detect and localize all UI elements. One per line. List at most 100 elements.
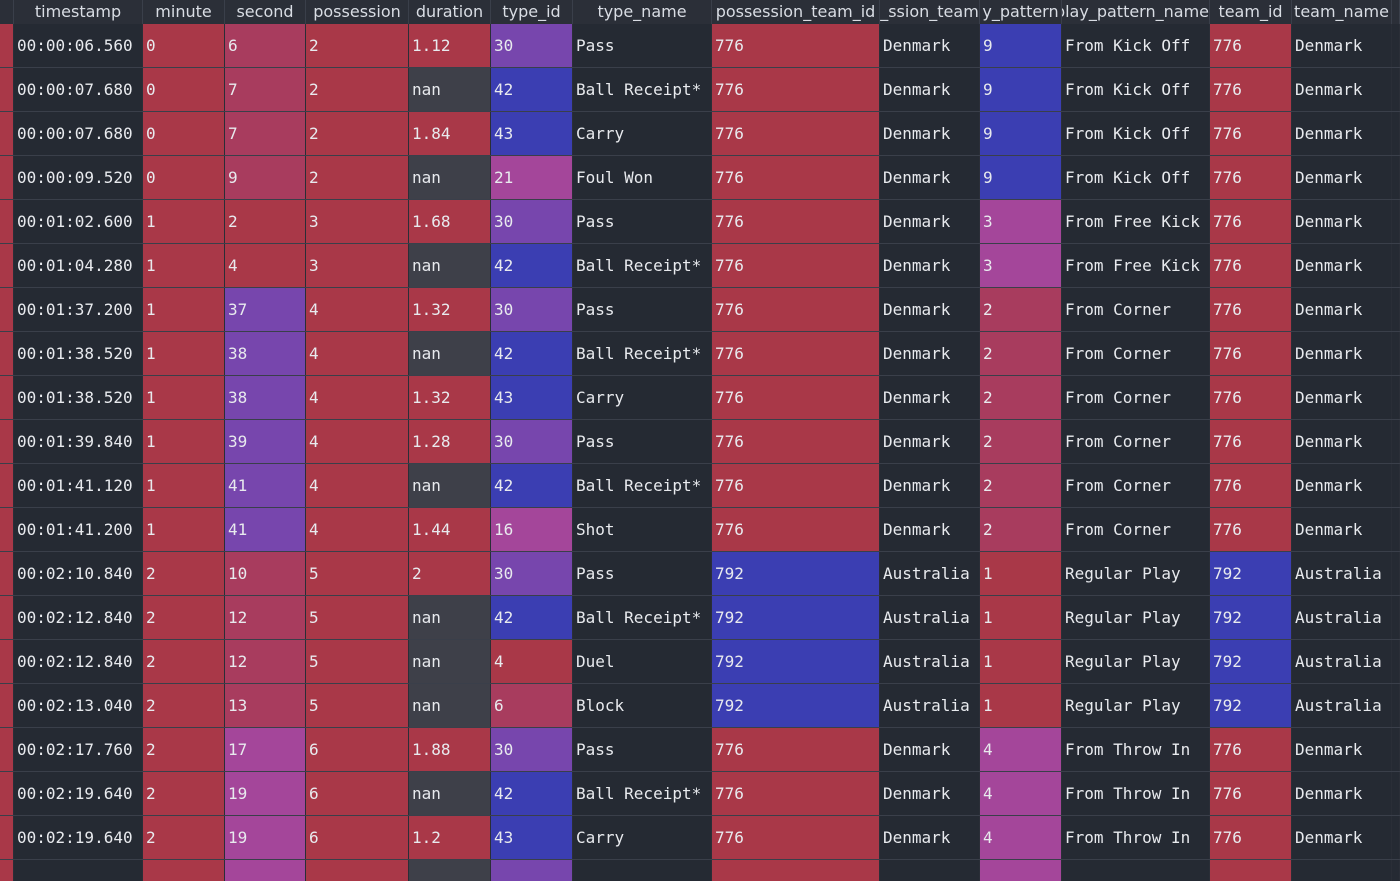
cell-second[interactable]: 38 xyxy=(225,376,306,419)
cell-second[interactable]: 38 xyxy=(225,332,306,375)
cell-type-name[interactable]: Ball Receipt* xyxy=(573,68,712,111)
cell-possession-team-name[interactable]: Denmark xyxy=(880,332,980,375)
cell-possession-team-name[interactable]: Australia xyxy=(880,684,980,727)
cell-duration[interactable]: 1.32 xyxy=(409,288,491,331)
cell-team-id[interactable]: 776 xyxy=(1210,508,1292,551)
cell-team-name[interactable]: Denmark xyxy=(1292,112,1392,155)
cell-team-id[interactable]: 792 xyxy=(1210,640,1292,683)
cell-possession-team-id[interactable]: 776 xyxy=(712,420,880,463)
cell-overflow[interactable] xyxy=(1392,112,1400,155)
cell-play-pattern-id[interactable]: 9 xyxy=(980,68,1062,111)
cell-team-name[interactable]: Denmark xyxy=(1292,244,1392,287)
cell-team-name[interactable]: Denmark xyxy=(1292,376,1392,419)
cell-overflow[interactable] xyxy=(1392,376,1400,419)
cell-minute[interactable]: 2 xyxy=(143,728,225,771)
cell-play-pattern-name[interactable]: From Corner xyxy=(1062,508,1210,551)
column-header-type-id[interactable]: type_id xyxy=(491,0,573,24)
column-header-team-id[interactable]: team_id xyxy=(1210,0,1292,24)
cell-type-id[interactable]: 42 xyxy=(491,68,573,111)
cell-timestamp[interactable]: 00:01:39.840 xyxy=(14,420,143,463)
cell-play-pattern-name[interactable] xyxy=(1062,860,1210,881)
cell-possession-team-name[interactable]: Denmark xyxy=(880,244,980,287)
cell-play-pattern-id[interactable]: 2 xyxy=(980,508,1062,551)
cell-type-id[interactable]: 43 xyxy=(491,376,573,419)
cell-type-name[interactable]: Pass xyxy=(573,728,712,771)
cell-play-pattern-name[interactable]: From Corner xyxy=(1062,464,1210,507)
cell-play-pattern-name[interactable]: From Kick Off xyxy=(1062,156,1210,199)
table-row[interactable]: 00:01:41.120 1 41 4 nan 42 Ball Receipt* 776 Den… xyxy=(0,464,1400,508)
cell-second[interactable]: 7 xyxy=(225,68,306,111)
table-row[interactable]: 00:02:17.760 2 17 6 1.88 30 Pass 776 Denmark 4 Fro… xyxy=(0,728,1400,772)
cell-timestamp[interactable] xyxy=(14,860,143,881)
cell-type-name[interactable]: Foul Won xyxy=(573,156,712,199)
cell-timestamp[interactable]: 00:01:37.200 xyxy=(14,288,143,331)
cell-type-name[interactable]: Carry xyxy=(573,112,712,155)
cell-team-id[interactable]: 792 xyxy=(1210,684,1292,727)
table-row[interactable]: 00:00:06.560 0 6 2 1.12 30 Pass 776 Denmark 9 From… xyxy=(0,24,1400,68)
cell-possession-team-name[interactable]: Australia xyxy=(880,640,980,683)
cell-possession[interactable]: 3 xyxy=(306,244,409,287)
cell-possession-team-name[interactable]: Denmark xyxy=(880,728,980,771)
column-header-overflow[interactable] xyxy=(1392,0,1400,24)
cell-possession-team-id[interactable]: 776 xyxy=(712,112,880,155)
table-row[interactable]: 00:02:19.640 2 19 6 1.2 43 Carry 776 Denmark 4 Fro… xyxy=(0,816,1400,860)
cell-team-id[interactable]: 776 xyxy=(1210,200,1292,243)
cell-play-pattern-id[interactable]: 2 xyxy=(980,464,1062,507)
cell-overflow[interactable] xyxy=(1392,332,1400,375)
cell-play-pattern-name[interactable]: From Throw In xyxy=(1062,816,1210,859)
cell-possession-team-name[interactable]: Australia xyxy=(880,552,980,595)
cell-possession-team-id[interactable]: 776 xyxy=(712,728,880,771)
cell-possession-team-id[interactable]: 792 xyxy=(712,596,880,639)
cell-duration[interactable]: 1.68 xyxy=(409,200,491,243)
cell-timestamp[interactable]: 00:02:10.840 xyxy=(14,552,143,595)
cell-second[interactable]: 6 xyxy=(225,24,306,67)
cell-possession-team-id[interactable]: 776 xyxy=(712,508,880,551)
cell-duration[interactable]: nan xyxy=(409,68,491,111)
cell-play-pattern-name[interactable]: Regular Play xyxy=(1062,552,1210,595)
cell-play-pattern-name[interactable]: From Kick Off xyxy=(1062,112,1210,155)
cell-play-pattern-id[interactable]: 2 xyxy=(980,332,1062,375)
cell-overflow[interactable] xyxy=(1392,552,1400,595)
cell-possession-team-id[interactable]: 776 xyxy=(712,464,880,507)
cell-minute[interactable]: 2 xyxy=(143,772,225,815)
cell-duration[interactable]: 1.44 xyxy=(409,508,491,551)
cell-possession-team-name[interactable]: Denmark xyxy=(880,24,980,67)
cell-second[interactable]: 41 xyxy=(225,464,306,507)
cell-type-id[interactable]: 30 xyxy=(491,200,573,243)
cell-team-id[interactable]: 776 xyxy=(1210,68,1292,111)
cell-possession-team-id[interactable]: 776 xyxy=(712,244,880,287)
cell-minute[interactable]: 1 xyxy=(143,244,225,287)
cell-possession-team-name[interactable]: Denmark xyxy=(880,508,980,551)
cell-possession-team-name[interactable]: Denmark xyxy=(880,464,980,507)
cell-team-name[interactable]: Denmark xyxy=(1292,728,1392,771)
cell-possession-team-name[interactable]: Denmark xyxy=(880,200,980,243)
cell-possession-team-id[interactable] xyxy=(712,860,880,881)
table-row[interactable]: 00:01:37.200 1 37 4 1.32 30 Pass 776 Denmark 2 Fro… xyxy=(0,288,1400,332)
cell-minute[interactable]: 2 xyxy=(143,552,225,595)
cell-possession[interactable]: 5 xyxy=(306,640,409,683)
cell-team-id[interactable]: 792 xyxy=(1210,552,1292,595)
cell-team-name[interactable]: Australia xyxy=(1292,684,1392,727)
cell-play-pattern-name[interactable]: Regular Play xyxy=(1062,684,1210,727)
cell-play-pattern-id[interactable] xyxy=(980,860,1062,881)
cell-team-name[interactable]: Denmark xyxy=(1292,772,1392,815)
cell-type-id[interactable]: 6 xyxy=(491,684,573,727)
cell-play-pattern-name[interactable]: From Corner xyxy=(1062,288,1210,331)
cell-possession-team-id[interactable]: 776 xyxy=(712,68,880,111)
cell-second[interactable]: 2 xyxy=(225,200,306,243)
column-header-team-name[interactable]: team_name xyxy=(1292,0,1392,24)
cell-type-name[interactable]: Pass xyxy=(573,24,712,67)
cell-minute[interactable]: 0 xyxy=(143,156,225,199)
cell-minute[interactable]: 2 xyxy=(143,640,225,683)
cell-type-id[interactable]: 4 xyxy=(491,640,573,683)
cell-possession-team-id[interactable]: 776 xyxy=(712,332,880,375)
cell-possession-team-id[interactable]: 776 xyxy=(712,200,880,243)
table-row[interactable]: 00:01:38.520 1 38 4 nan 42 Ball Receipt* 776 Den… xyxy=(0,332,1400,376)
cell-timestamp[interactable]: 00:01:38.520 xyxy=(14,332,143,375)
cell-overflow[interactable] xyxy=(1392,816,1400,859)
cell-minute[interactable]: 1 xyxy=(143,332,225,375)
cell-duration[interactable]: nan xyxy=(409,156,491,199)
cell-overflow[interactable] xyxy=(1392,508,1400,551)
cell-play-pattern-id[interactable]: 1 xyxy=(980,684,1062,727)
cell-possession-team-id[interactable]: 776 xyxy=(712,772,880,815)
